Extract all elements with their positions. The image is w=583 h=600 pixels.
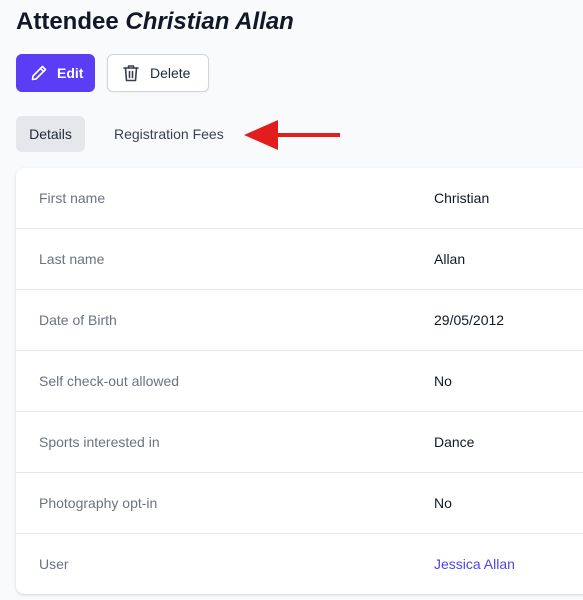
detail-row-self-check-out: Self check-out allowed No — [16, 351, 583, 412]
detail-label: Photography opt-in — [39, 495, 158, 511]
details-card: First name Christian Last name Allan Dat… — [16, 168, 583, 594]
edit-button[interactable]: Edit — [16, 54, 95, 92]
detail-value: Christian — [434, 190, 490, 206]
detail-row-sports-interested: Sports interested in Dance — [16, 412, 583, 473]
detail-label: Date of Birth — [39, 312, 117, 328]
detail-row-date-of-birth: Date of Birth 29/05/2012 — [16, 290, 583, 351]
delete-button-label: Delete — [150, 65, 191, 81]
detail-value: Allan — [434, 251, 466, 267]
edit-button-label: Edit — [57, 65, 84, 81]
page-title-prefix: Attendee — [16, 8, 119, 35]
detail-value: Dance — [434, 434, 475, 450]
detail-label: Self check-out allowed — [39, 373, 180, 389]
detail-value: No — [434, 495, 452, 511]
detail-row-last-name: Last name Allan — [16, 229, 583, 290]
attendee-name: Christian Allan — [125, 8, 294, 35]
pencil-icon — [29, 63, 49, 83]
detail-value: 29/05/2012 — [434, 312, 505, 328]
trash-icon — [122, 63, 140, 83]
user-link[interactable]: Jessica Allan — [434, 534, 515, 594]
detail-label: User — [39, 556, 69, 572]
detail-label: First name — [39, 190, 106, 206]
tab-details[interactable]: Details — [16, 116, 85, 152]
annotation-arrow — [244, 120, 340, 150]
detail-label: Last name — [39, 251, 105, 267]
attendee-page: Attendee Christian Allan Edit Delete Det… — [0, 0, 583, 600]
tab-registration-fees[interactable]: Registration Fees — [102, 116, 236, 152]
detail-row-user: User Jessica Allan — [16, 534, 583, 594]
detail-row-first-name: First name Christian — [16, 168, 583, 229]
detail-label: Sports interested in — [39, 434, 160, 450]
page-title: Attendee Christian Allan — [16, 7, 294, 37]
detail-row-photography-opt-in: Photography opt-in No — [16, 473, 583, 534]
detail-value: No — [434, 373, 452, 389]
delete-button[interactable]: Delete — [107, 54, 209, 92]
